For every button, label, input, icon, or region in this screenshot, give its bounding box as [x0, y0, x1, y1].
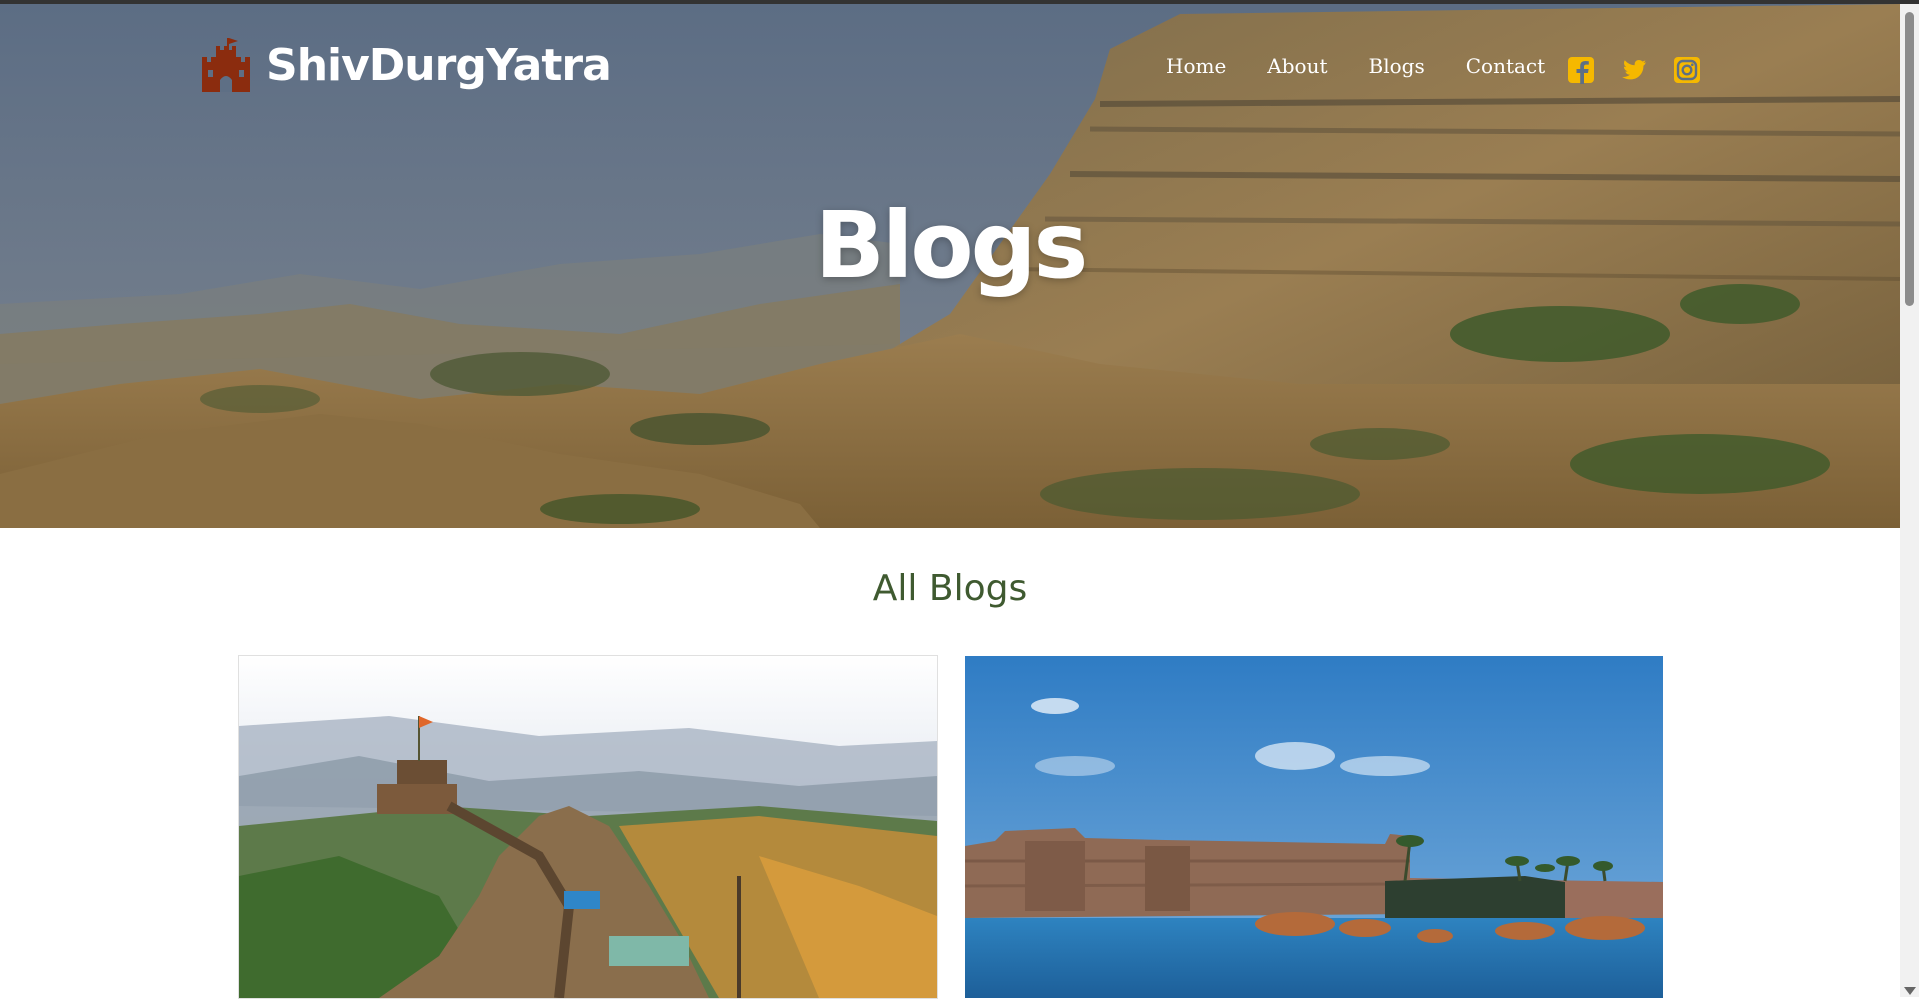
main-nav: Home About Blogs Contact: [1166, 54, 1586, 78]
twitter-icon[interactable]: [1620, 56, 1648, 84]
sea-fort-image: [965, 656, 1663, 998]
nav-link-about[interactable]: About: [1267, 54, 1327, 78]
nav-link-blogs[interactable]: Blogs: [1369, 54, 1425, 78]
blog-card[interactable]: [238, 655, 938, 999]
instagram-icon[interactable]: [1673, 56, 1701, 84]
brand-name: ShivDurgYatra: [266, 39, 612, 91]
scroll-down-arrow-icon[interactable]: [1904, 987, 1916, 995]
scrollbar-thumb[interactable]: [1905, 12, 1914, 306]
hero-title: Blogs: [814, 192, 1088, 299]
hill-fort-image: [239, 656, 937, 998]
facebook-icon[interactable]: [1567, 56, 1595, 84]
brand[interactable]: ShivDurgYatra: [200, 38, 612, 92]
nav-link-contact[interactable]: Contact: [1466, 54, 1545, 78]
castle-icon: [202, 38, 250, 92]
nav-link-home[interactable]: Home: [1166, 54, 1226, 78]
hero-banner: ShivDurgYatra Home About Blogs Contact B…: [0, 4, 1900, 528]
section-title: All Blogs: [872, 568, 1028, 609]
social-links: [1567, 56, 1726, 84]
blog-card[interactable]: [964, 655, 1664, 999]
page-scrollbar[interactable]: [1900, 4, 1919, 997]
